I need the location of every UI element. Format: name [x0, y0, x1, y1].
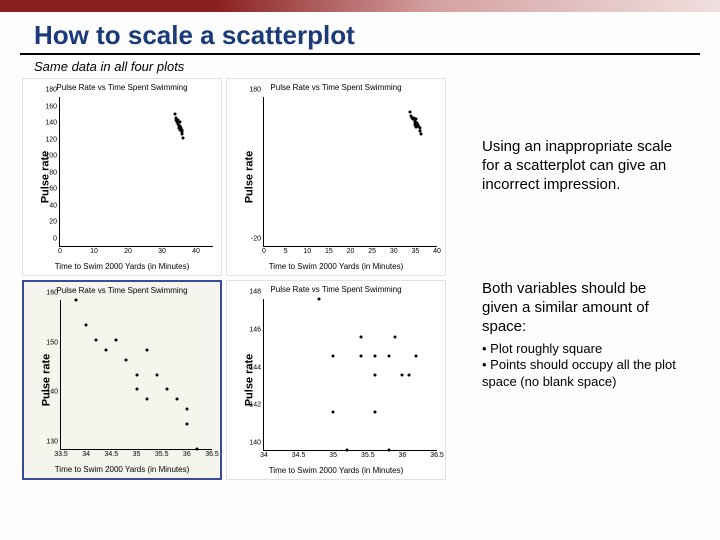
data-point: [415, 354, 418, 357]
scatter-chart-4: Pulse Rate vs Time Spent Swimming Pulse …: [226, 280, 446, 480]
scatter-chart-1: Pulse Rate vs Time Spent Swimming Pulse …: [22, 78, 222, 276]
data-point: [155, 373, 158, 376]
data-point: [105, 348, 108, 351]
data-point: [145, 348, 148, 351]
content-grid: Pulse Rate vs Time Spent Swimming Pulse …: [0, 78, 720, 480]
data-point: [125, 358, 128, 361]
data-point: [401, 373, 404, 376]
data-point: [346, 449, 349, 452]
paragraph-1: Using an inappropriate scale for a scatt…: [482, 138, 686, 194]
data-point: [115, 338, 118, 341]
data-point: [387, 354, 390, 357]
bullet-list: • Plot roughly square • Points should oc…: [482, 341, 686, 392]
top-accent-bar: [0, 0, 720, 12]
data-point: [95, 338, 98, 341]
title-rule: [20, 53, 700, 55]
data-point: [419, 133, 422, 136]
data-point: [409, 110, 412, 113]
data-point: [175, 398, 178, 401]
slide-subtitle: Same data in all four plots: [34, 59, 720, 74]
x-axis-label: Time to Swim 2000 Yards (in Minutes): [227, 262, 445, 271]
bullet-item: • Plot roughly square: [482, 341, 686, 358]
data-point: [387, 449, 390, 452]
data-point: [178, 120, 181, 123]
data-point: [145, 398, 148, 401]
data-point: [394, 335, 397, 338]
data-point: [85, 323, 88, 326]
data-point: [373, 411, 376, 414]
slide-title: How to scale a scatterplot: [34, 20, 720, 51]
data-point: [75, 299, 78, 302]
y-axis-label: Pulse rate: [243, 151, 255, 204]
y-axis-label: Pulse rate: [40, 354, 52, 407]
x-axis-label: Time to Swim 2000 Yards (in Minutes): [23, 262, 221, 271]
data-point: [185, 408, 188, 411]
plot-area: 1401421441461483434.53535.53636.5: [263, 299, 437, 451]
charts-panel: Pulse Rate vs Time Spent Swimming Pulse …: [0, 78, 472, 480]
bullet-item: • Points should occupy all the plot spac…: [482, 357, 686, 391]
data-point: [173, 112, 176, 115]
paragraph-2: Both variables should be given a similar…: [482, 280, 686, 336]
scatter-chart-2: Pulse Rate vs Time Spent Swimming Pulse …: [226, 78, 446, 276]
data-point: [135, 373, 138, 376]
side-text: Using an inappropriate scale for a scatt…: [472, 78, 704, 480]
data-point: [408, 373, 411, 376]
data-point: [135, 388, 138, 391]
data-point: [318, 298, 321, 301]
data-point: [373, 373, 376, 376]
data-point: [332, 354, 335, 357]
data-point: [359, 354, 362, 357]
data-point: [418, 129, 421, 132]
data-point: [181, 133, 184, 136]
data-point: [185, 423, 188, 426]
plot-area: 020406080100120140160180010203040: [59, 97, 213, 247]
data-point: [182, 137, 185, 140]
data-point: [415, 118, 418, 121]
data-point: [359, 335, 362, 338]
data-point: [165, 388, 168, 391]
data-point: [195, 448, 198, 451]
x-axis-label: Time to Swim 2000 Yards (in Minutes): [227, 466, 445, 475]
plot-area: -201800510152025303540: [263, 97, 437, 247]
x-axis-label: Time to Swim 2000 Yards (in Minutes): [24, 465, 220, 474]
data-point: [373, 354, 376, 357]
scatter-chart-3: Pulse Rate vs Time Spent Swimming Pulse …: [22, 280, 222, 480]
plot-area: 13014015016033.53434.53535.53636.5: [60, 300, 212, 450]
data-point: [332, 411, 335, 414]
y-axis-label: Pulse rate: [243, 354, 255, 407]
